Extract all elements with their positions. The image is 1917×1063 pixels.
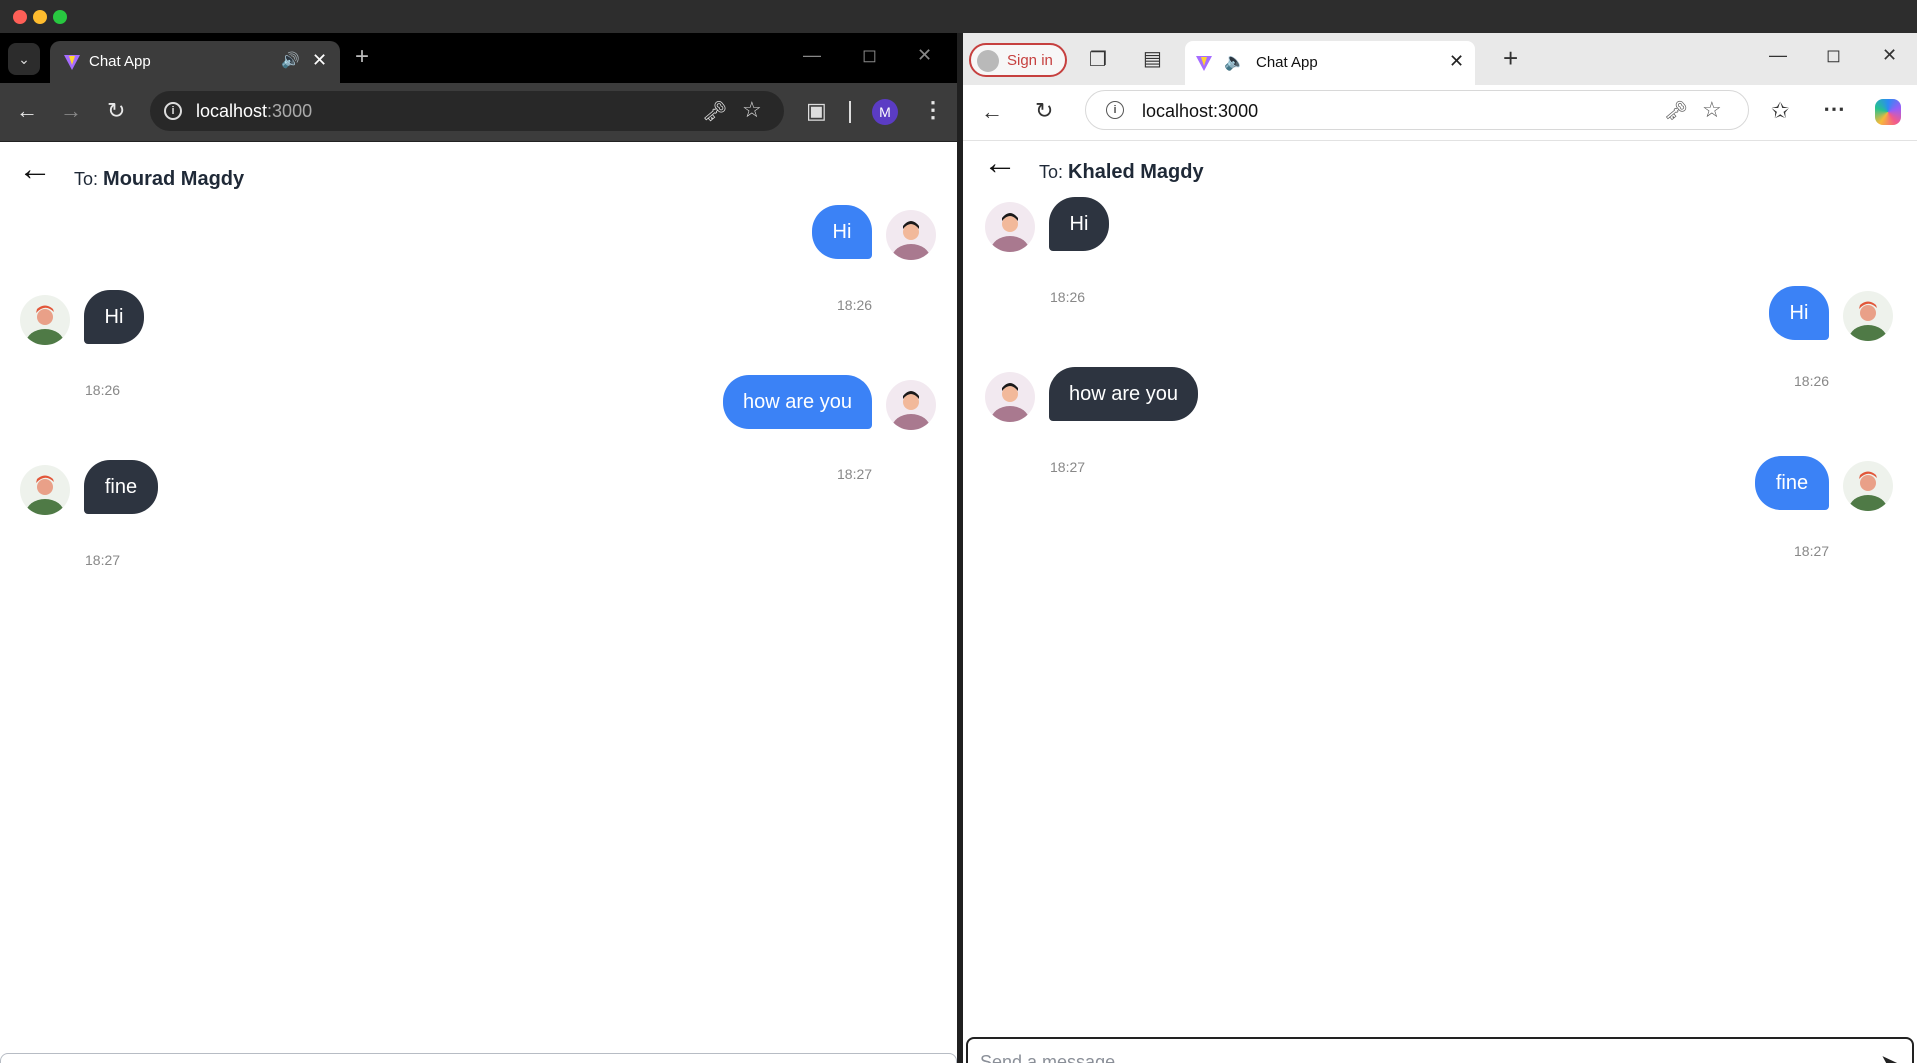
message-bubble-theirs: how are you: [1049, 367, 1198, 421]
contact-avatar-icon: [20, 465, 70, 515]
user-avatar-icon: [1843, 461, 1893, 511]
minimize-icon[interactable]: —: [803, 45, 821, 66]
close-icon[interactable]: ✕: [1882, 45, 1897, 66]
message-bubble-mine: how are you: [723, 375, 872, 429]
vite-favicon-icon: [1196, 56, 1212, 71]
tab-chat-app[interactable]: Chat App 🔊 ✕: [50, 41, 340, 83]
message-bubble-theirs: Hi: [1049, 197, 1109, 251]
avatar: [1843, 291, 1893, 341]
message-time: 18:26: [85, 382, 121, 398]
new-tab-icon[interactable]: +: [355, 43, 369, 71]
star-icon[interactable]: ☆: [1702, 97, 1722, 123]
user-avatar-icon: [886, 380, 936, 430]
forward-arrow-icon[interactable]: →: [60, 98, 82, 124]
zoom-window-dot[interactable]: [53, 10, 67, 24]
message-bubble-theirs: Hi: [84, 290, 144, 344]
avatar: [886, 380, 936, 430]
favorites-icon[interactable]: ✩: [1771, 98, 1789, 124]
profile-avatar[interactable]: M: [872, 99, 898, 125]
speaker-icon[interactable]: 🔈: [1224, 52, 1245, 72]
toolbar: ← ↻ i localhost:3000 🗝 ☆ ✩ ⋯: [963, 85, 1917, 141]
minimize-window-dot[interactable]: [33, 10, 47, 24]
address-bar[interactable]: i localhost:3000 🗝 ☆: [1085, 90, 1749, 130]
new-tab-icon[interactable]: +: [1503, 43, 1518, 74]
workspaces-icon[interactable]: ❐: [1089, 47, 1107, 72]
maximize-icon[interactable]: ◻: [1826, 45, 1841, 66]
more-menu-icon[interactable]: ⋯: [1823, 96, 1845, 122]
close-icon[interactable]: ✕: [917, 45, 932, 66]
vertical-tabs-icon[interactable]: ▤: [1143, 46, 1162, 71]
menu-icon[interactable]: ⋮: [922, 97, 944, 123]
url-text: localhost:3000: [196, 101, 313, 121]
reload-icon[interactable]: ↻: [1035, 98, 1053, 124]
info-icon[interactable]: i: [164, 102, 182, 120]
avatar: [1843, 461, 1893, 511]
maximize-icon[interactable]: ◻: [862, 45, 877, 66]
vite-favicon-icon: [64, 55, 80, 70]
key-icon[interactable]: 🗝: [702, 99, 727, 124]
left-browser-window: ⌄ Chat App 🔊 ✕ + — ◻ ✕ ← → ↻ i localhost…: [0, 33, 957, 1063]
message-bubble-mine: Hi: [1769, 286, 1829, 340]
tab-chat-app[interactable]: 🔈 Chat App ✕: [1185, 41, 1475, 85]
message-composer: ➤: [966, 1037, 1914, 1063]
avatar: [985, 372, 1035, 422]
back-arrow-icon[interactable]: ←: [981, 99, 1003, 125]
back-arrow-icon[interactable]: ←: [983, 144, 1017, 183]
chat-recipient: To: Mourad Magdy: [74, 168, 245, 190]
tab-strip: ⌄ Chat App 🔊 ✕ + — ◻ ✕: [0, 33, 957, 83]
user-avatar-icon: [1843, 291, 1893, 341]
close-tab-icon[interactable]: ✕: [1449, 51, 1464, 72]
key-icon[interactable]: 🗝: [1664, 99, 1688, 123]
avatar: [886, 210, 936, 260]
profile-icon: [977, 50, 999, 72]
back-arrow-icon[interactable]: ←: [16, 98, 38, 124]
message-time: 18:26: [1050, 289, 1086, 305]
contact-avatar-icon: [985, 202, 1035, 252]
address-bar[interactable]: i localhost:3000 🗝 ☆: [150, 91, 784, 131]
url-text: localhost:3000: [1142, 101, 1259, 121]
message-bubble-mine: fine: [1755, 456, 1829, 510]
message-bubble-theirs: fine: [84, 460, 158, 514]
send-icon[interactable]: ➤: [1880, 1050, 1898, 1063]
message-time: 18:27: [85, 552, 121, 568]
message-time: 18:27: [1050, 459, 1086, 475]
mac-titlebar: [0, 0, 1917, 33]
chat-view: ← To: Khaled Magdy Hi 18:26 Hi 18:26 how…: [963, 141, 1917, 1063]
star-icon[interactable]: ☆: [742, 97, 762, 123]
info-icon[interactable]: i: [1106, 101, 1124, 119]
message-bubble-mine: Hi: [812, 205, 872, 259]
contact-avatar-icon: [985, 372, 1035, 422]
message-time: 18:26: [837, 297, 873, 313]
toolbar: ← → ↻ i localhost:3000 🗝 ☆ ▣ M ⋮: [0, 83, 957, 142]
message-input[interactable]: [13, 1054, 825, 1063]
message-composer: ➤: [0, 1053, 957, 1063]
extensions-icon[interactable]: ▣: [806, 98, 827, 124]
reload-icon[interactable]: ↻: [107, 98, 125, 124]
avatar: [985, 202, 1035, 252]
tab-title: Chat App: [89, 53, 151, 70]
sign-in-button[interactable]: Sign in: [969, 43, 1067, 77]
message-time: 18:26: [1794, 373, 1830, 389]
avatar: [20, 465, 70, 515]
close-window-dot[interactable]: [13, 10, 27, 24]
copilot-icon[interactable]: [1875, 99, 1901, 125]
divider: [849, 101, 851, 123]
tab-strip: Sign in ❐ ▤ 🔈 Chat App ✕ + — ◻ ✕: [963, 33, 1917, 85]
minimize-icon[interactable]: —: [1769, 45, 1787, 66]
message-time: 18:27: [837, 466, 873, 482]
close-tab-icon[interactable]: ✕: [312, 50, 327, 71]
message-input[interactable]: [980, 1039, 1783, 1063]
back-arrow-icon[interactable]: ←: [18, 150, 52, 189]
chevron-down-icon: ⌄: [18, 50, 30, 67]
chat-recipient: To: Khaled Magdy: [1039, 161, 1204, 183]
user-avatar-icon: [886, 210, 936, 260]
tab-title: Chat App: [1256, 54, 1318, 71]
tab-search-button[interactable]: ⌄: [8, 43, 40, 75]
message-time: 18:27: [1794, 543, 1830, 559]
contact-avatar-icon: [20, 295, 70, 345]
avatar: [20, 295, 70, 345]
speaker-icon[interactable]: 🔊: [281, 51, 300, 69]
right-browser-window: Sign in ❐ ▤ 🔈 Chat App ✕ + — ◻ ✕ ← ↻ i l…: [963, 33, 1917, 1063]
chat-view: ← To: Mourad Magdy Hi 18:26 Hi 18:26 how…: [0, 142, 957, 1063]
